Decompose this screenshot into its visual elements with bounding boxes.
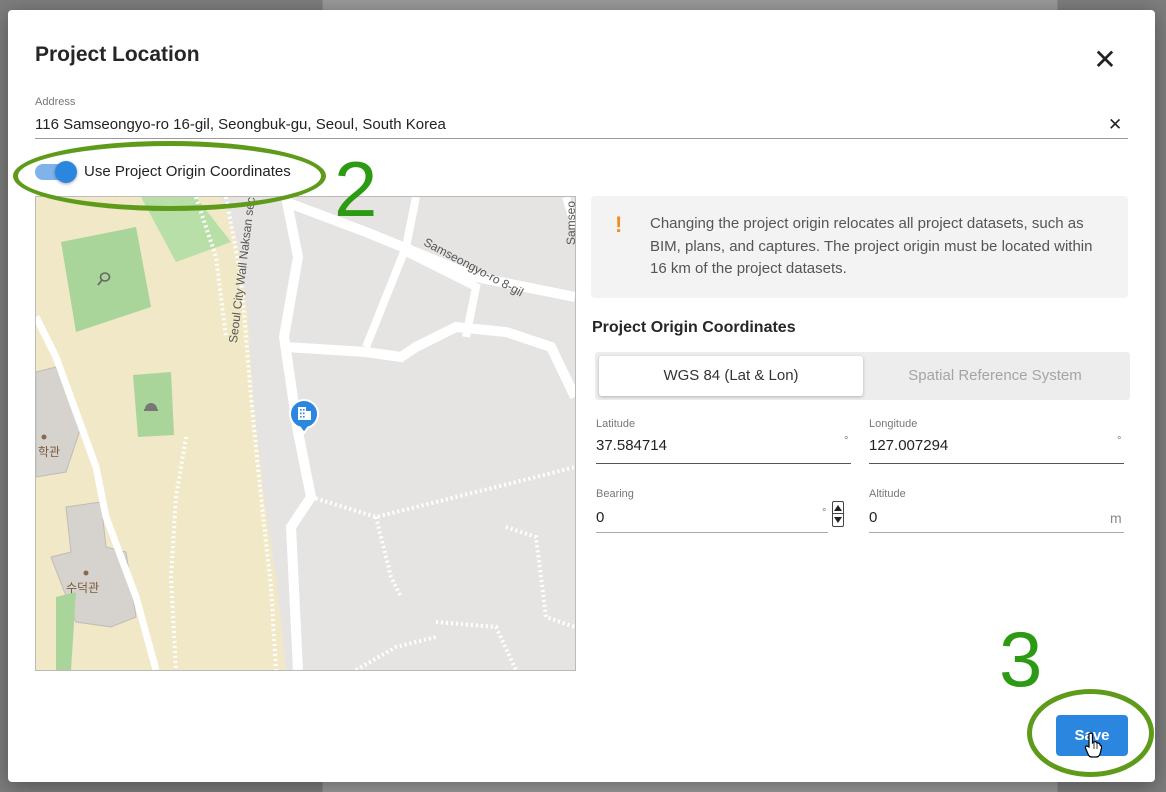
bearing-underline <box>596 532 828 533</box>
project-location-dialog: Project Location ✕ Address ✕ Use Project… <box>8 10 1155 782</box>
coordinate-system-tabs: WGS 84 (Lat & Lon) Spatial Reference Sys… <box>595 352 1130 400</box>
latitude-label: Latitude <box>596 418 636 430</box>
close-icon[interactable]: ✕ <box>1090 46 1120 76</box>
clear-address-icon[interactable]: ✕ <box>1108 115 1122 135</box>
bearing-label: Bearing <box>596 488 634 500</box>
tab-spatial-reference-system[interactable]: Spatial Reference System <box>863 356 1127 396</box>
hand-pointer-icon <box>1084 732 1103 763</box>
longitude-unit: ° <box>1117 435 1122 447</box>
latitude-unit: ° <box>844 435 849 447</box>
map-label-building-2: 수덕관 <box>66 581 100 595</box>
address-underline <box>35 138 1128 139</box>
longitude-underline <box>869 463 1124 464</box>
dialog-title: Project Location <box>35 43 200 66</box>
map-label-building-1: 학관 <box>38 445 61 459</box>
altitude-unit: m <box>1110 510 1122 526</box>
coordinates-section-title: Project Origin Coordinates <box>592 319 796 336</box>
stepper-divider <box>833 513 843 514</box>
origin-warning-box: ! Changing the project origin relocates … <box>591 196 1128 298</box>
location-map[interactable]: Samseongyo-ro 8-gil Seoul City Wall Naks… <box>35 196 576 671</box>
latitude-input[interactable] <box>596 437 826 454</box>
tennis-icon <box>96 271 112 287</box>
warning-icon: ! <box>615 212 623 237</box>
address-label: Address <box>35 96 76 108</box>
address-input[interactable] <box>35 116 1125 133</box>
helmet-icon <box>143 398 159 414</box>
bearing-input[interactable] <box>596 509 796 526</box>
bearing-stepper[interactable] <box>832 501 844 527</box>
altitude-underline <box>869 532 1124 533</box>
map-label-road-edge: Samseo <box>564 200 576 245</box>
annotation-step-2: 2 <box>334 145 378 233</box>
bearing-unit: ° <box>822 507 827 519</box>
office-building-pin-icon[interactable] <box>288 398 320 434</box>
stepper-down-icon[interactable] <box>834 517 842 523</box>
longitude-label: Longitude <box>869 418 918 430</box>
altitude-label: Altitude <box>869 488 906 500</box>
stepper-up-icon[interactable] <box>834 505 842 511</box>
longitude-input[interactable] <box>869 437 1099 454</box>
tab-wgs84[interactable]: WGS 84 (Lat & Lon) <box>599 356 863 396</box>
altitude-input[interactable] <box>869 509 1089 526</box>
annotation-step-3: 3 <box>999 615 1043 703</box>
annotation-ellipse-toggle <box>13 141 326 211</box>
origin-warning-text: Changing the project origin relocates al… <box>650 215 1093 277</box>
latitude-underline <box>596 463 851 464</box>
